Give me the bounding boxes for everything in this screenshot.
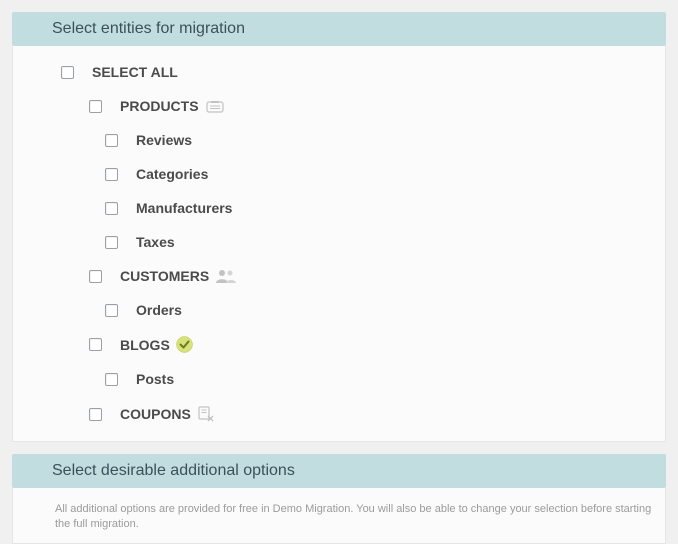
categories-checkbox[interactable] [105,168,118,181]
entities-panel-title: Select entities for migration [52,20,245,37]
taxes-label: Taxes [136,234,175,250]
orders-label: Orders [136,302,182,318]
manufacturers-row[interactable]: Manufacturers [105,200,653,216]
categories-row[interactable]: Categories [105,166,653,182]
blogs-label: BLOGS [120,337,170,353]
orders-row[interactable]: Orders [105,302,653,318]
select-all-label: SELECT ALL [92,64,178,80]
products-checkbox[interactable] [89,100,102,113]
options-panel-body: All additional options are provided for … [12,488,666,544]
posts-checkbox[interactable] [105,373,118,386]
posts-row[interactable]: Posts [105,371,653,387]
select-all-row[interactable]: SELECT ALL [61,64,653,80]
options-panel-header: Select desirable additional options [12,454,666,488]
options-panel-title: Select desirable additional options [52,462,295,479]
coupons-row[interactable]: COUPONS [89,405,653,423]
customers-row[interactable]: CUSTOMERS [89,268,653,284]
posts-label: Posts [136,371,174,387]
taxes-checkbox[interactable] [105,236,118,249]
reviews-label: Reviews [136,132,192,148]
coupons-label: COUPONS [120,406,191,422]
customers-label: CUSTOMERS [120,268,209,284]
coupons-checkbox[interactable] [89,408,102,421]
select-all-checkbox[interactable] [61,66,74,79]
reviews-checkbox[interactable] [105,134,118,147]
manufacturers-label: Manufacturers [136,200,232,216]
customers-icon [215,269,237,283]
categories-label: Categories [136,166,208,182]
options-info-text: All additional options are provided for … [55,502,653,533]
check-badge-icon [176,336,193,353]
taxes-row[interactable]: Taxes [105,234,653,250]
entities-panel: Select entities for migration SELECT ALL… [12,12,666,442]
options-panel: Select desirable additional options All … [12,454,666,544]
blogs-checkbox[interactable] [89,338,102,351]
manufacturers-checkbox[interactable] [105,202,118,215]
coupons-icon [197,405,215,423]
blogs-row[interactable]: BLOGS [89,336,653,353]
entities-panel-body: SELECT ALL PRODUCTS Reviews Categories M… [12,46,666,442]
products-label: PRODUCTS [120,98,199,114]
entities-panel-header: Select entities for migration [12,12,666,46]
products-icon [205,99,225,113]
customers-checkbox[interactable] [89,270,102,283]
orders-checkbox[interactable] [105,304,118,317]
reviews-row[interactable]: Reviews [105,132,653,148]
products-row[interactable]: PRODUCTS [89,98,653,114]
